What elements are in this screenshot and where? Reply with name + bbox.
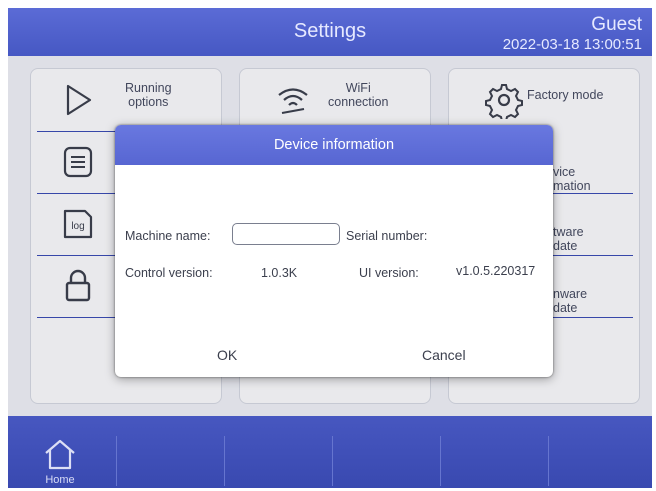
device-information-dialog: Device information Machine name: Serial … xyxy=(115,125,553,377)
ui-version-value: v1.0.5.220317 xyxy=(456,264,536,278)
dialog-title: Device information xyxy=(115,125,553,165)
machine-name-input[interactable] xyxy=(232,223,340,245)
ui-version-label: UI version: xyxy=(359,266,419,280)
control-version-value: 1.0.3K xyxy=(261,266,298,280)
header-bar: Settings Guest 2022-03-18 13:00:51 xyxy=(8,8,652,56)
ok-button[interactable]: OK xyxy=(217,347,237,363)
machine-name-label: Machine name: xyxy=(125,229,211,243)
user-name[interactable]: Guest xyxy=(591,14,642,36)
datetime: 2022-03-18 13:00:51 xyxy=(502,36,642,53)
serial-number-label: Serial number: xyxy=(346,229,428,243)
settings-screen: Settings Guest 2022-03-18 13:00:51 Runni… xyxy=(8,8,652,488)
cancel-button[interactable]: Cancel xyxy=(422,347,466,363)
control-version-label: Control version: xyxy=(125,266,213,280)
